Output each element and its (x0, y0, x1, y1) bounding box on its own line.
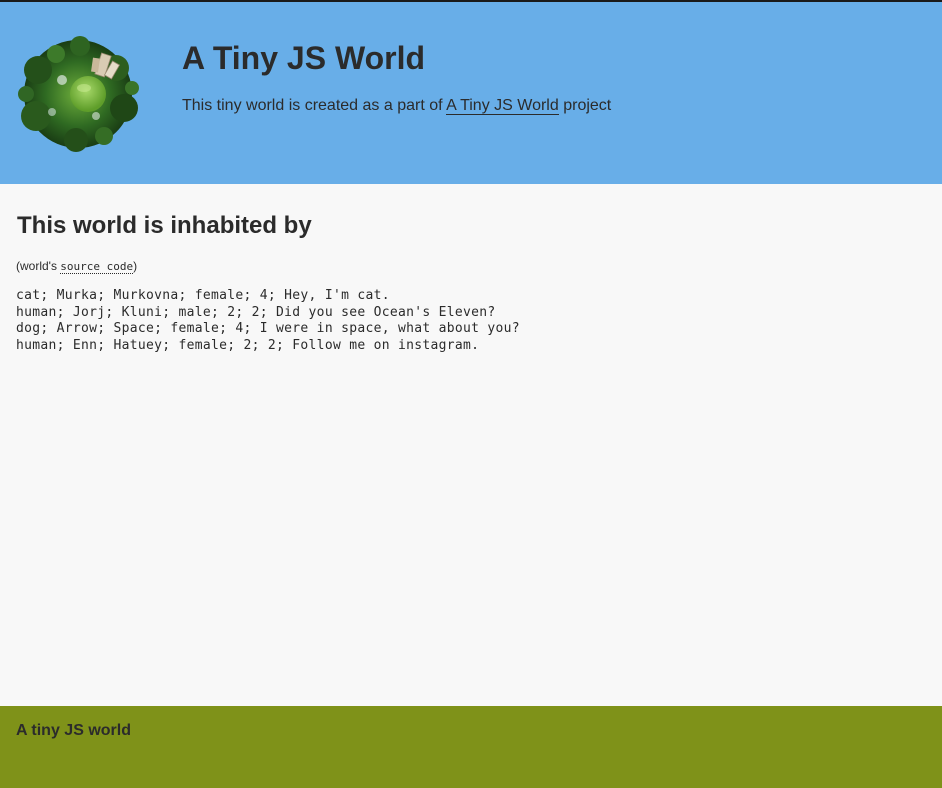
site-footer: A tiny JS world (0, 706, 942, 788)
site-header: A Tiny JS World This tiny world is creat… (0, 2, 942, 184)
source-suffix: ) (133, 259, 138, 273)
footer-title: A tiny JS world (16, 722, 131, 739)
inhabitants-heading: This world is inhabited by (17, 212, 312, 239)
site-subtitle: This tiny world is created as a part of … (182, 96, 611, 116)
source-note: (world's source code) (16, 258, 137, 275)
subtitle-prefix: This tiny world is created as a part of (182, 97, 447, 114)
inhabitant-line: human; Jorj; Kluni; male; 2; 2; Did you … (16, 304, 496, 320)
main-content: This world is inhabited by (world's sour… (0, 184, 942, 706)
project-link[interactable]: A Tiny JS World (446, 97, 559, 115)
subtitle-suffix: project (558, 97, 612, 114)
inhabitant-line: dog; Arrow; Space; female; 4; I were in … (16, 321, 520, 337)
ground-disc (70, 76, 106, 112)
inhabitant-line: human; Enn; Hatuey; female; 2; 2; Follow… (16, 337, 480, 353)
site-title: A Tiny JS World (182, 40, 425, 76)
inhabitants-output: cat; Murka; Murkovna; female; 4; Hey, I'… (16, 288, 520, 354)
inhabitant-line: cat; Murka; Murkovna; female; 4; Hey, I'… (16, 288, 390, 303)
source-prefix: (world's (16, 259, 61, 273)
source-code-link[interactable]: source code (60, 260, 134, 274)
tiny-planet-globe-icon (18, 36, 139, 152)
